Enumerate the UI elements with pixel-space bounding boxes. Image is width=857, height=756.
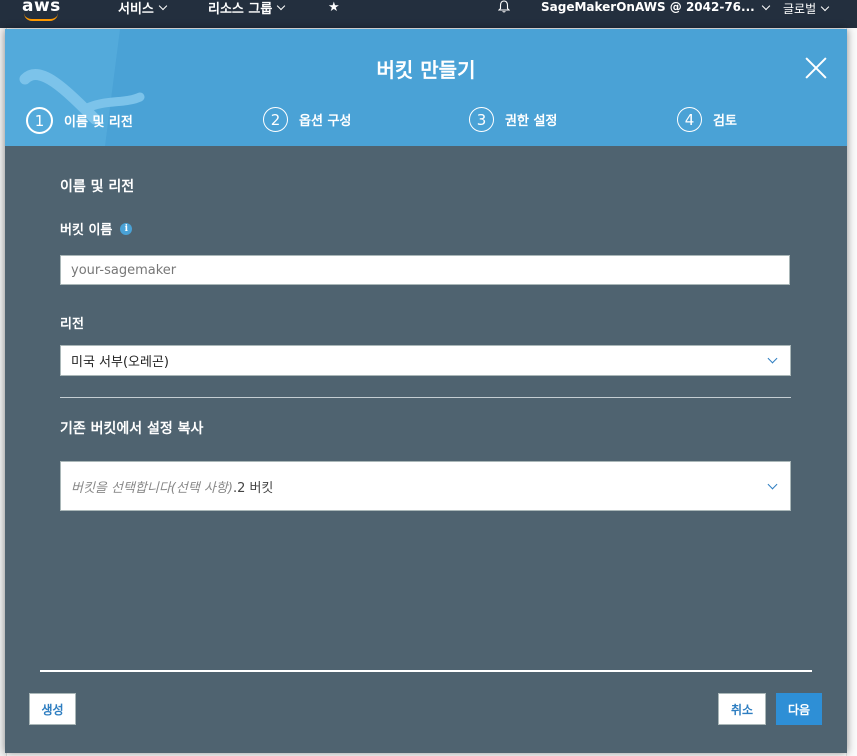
info-icon[interactable]: i: [120, 222, 133, 235]
region-label: 리전: [60, 317, 84, 332]
resource-groups-menu[interactable]: 리소스 그룹: [208, 0, 286, 17]
modal-header: 버킷 만들기 1 이름 및 리전 2 옵션 구성 3 권한 설정 4 검토: [5, 29, 847, 146]
chevron-down-icon: [767, 353, 778, 364]
create-bucket-modal: 버킷 만들기 1 이름 및 리전 2 옵션 구성 3 권한 설정 4 검토 이름…: [5, 29, 847, 753]
region-menu[interactable]: 글로벌: [783, 0, 830, 17]
chevron-down-icon: [767, 479, 778, 489]
cancel-button[interactable]: 취소: [718, 693, 766, 725]
bucket-name-label: 버킷 이름 i: [60, 219, 133, 238]
copy-settings-count: .2 버킷: [232, 480, 274, 496]
account-menu[interactable]: SageMakerOnAWS @ 2042-76...: [541, 0, 770, 14]
step-number: 1: [26, 107, 53, 134]
step-label: 이름 및 리전: [64, 115, 133, 130]
aws-logo-smile: [24, 13, 58, 21]
services-menu-label: 서비스: [118, 2, 154, 17]
modal-title: 버킷 만들기: [376, 58, 476, 82]
step-number: 4: [677, 107, 702, 132]
account-label: SageMakerOnAWS @ 2042-76...: [541, 0, 755, 14]
step-label: 옵션 구성: [299, 114, 352, 129]
chevron-down-icon: [158, 1, 168, 11]
pin-icon[interactable]: ★: [328, 0, 340, 15]
step-number: 3: [469, 107, 494, 132]
step-number: 2: [263, 107, 288, 132]
step-set-permissions[interactable]: 3 권한 설정: [469, 107, 557, 132]
top-nav-bar: aws 서비스 리소스 그룹 ★ SageMakerOnAWS @ 2042-7…: [0, 0, 857, 28]
next-button[interactable]: 다음: [776, 693, 822, 725]
step-name-and-region[interactable]: 1 이름 및 리전: [26, 107, 133, 134]
background-right-strip: [846, 28, 857, 756]
close-icon[interactable]: [802, 54, 830, 82]
region-select-value: 미국 서부(오레곤): [71, 355, 169, 370]
step-label: 권한 설정: [505, 114, 558, 129]
bucket-name-label-text: 버킷 이름: [60, 223, 113, 238]
step-review[interactable]: 4 검토: [677, 107, 737, 132]
chevron-down-icon: [820, 2, 830, 12]
footer-divider: [40, 670, 812, 672]
services-menu[interactable]: 서비스: [118, 0, 168, 17]
region-select[interactable]: 미국 서부(오레곤): [60, 345, 791, 376]
copy-settings-title: 기존 버킷에서 설정 복사: [60, 421, 204, 437]
section-title: 이름 및 리전: [60, 179, 135, 195]
divider: [60, 397, 791, 398]
create-button[interactable]: 생성: [29, 693, 76, 725]
chevron-down-icon: [277, 1, 286, 11]
resource-groups-label: 리소스 그룹: [208, 2, 273, 17]
bucket-name-input[interactable]: [60, 255, 790, 285]
copy-settings-select[interactable]: 버킷을 선택합니다(선택 사항) .2 버킷: [60, 461, 791, 511]
step-configure-options[interactable]: 2 옵션 구성: [263, 107, 351, 132]
bell-icon[interactable]: [498, 0, 510, 13]
copy-settings-placeholder: 버킷을 선택합니다(선택 사항): [71, 480, 233, 496]
step-label: 검토: [713, 114, 737, 129]
region-menu-label: 글로벌: [783, 2, 817, 16]
chevron-down-icon: [761, 1, 770, 10]
